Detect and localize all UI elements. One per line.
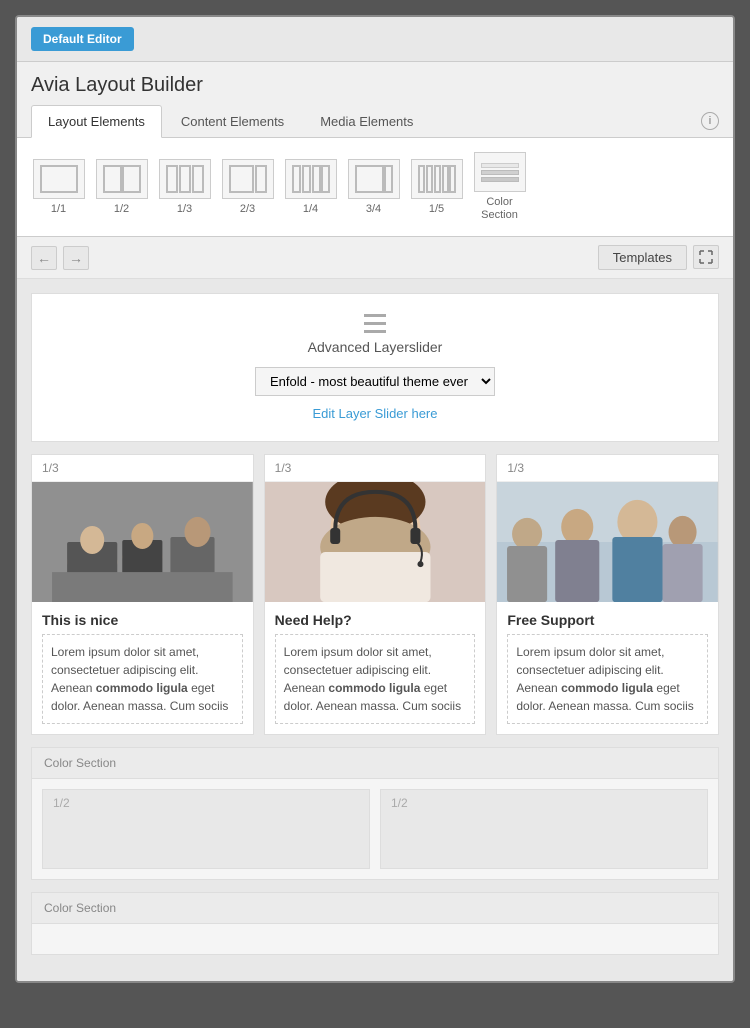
layer-slider-block: Advanced Layerslider Enfold - most beaut… (31, 293, 719, 442)
element-1-4[interactable]: 1/4 (283, 159, 338, 215)
main-window: Default Editor Avia Layout Builder Layou… (15, 15, 735, 983)
element-1-5-icon (411, 159, 463, 199)
column-block-3: 1/3 (496, 454, 719, 735)
color-section-2-header: Color Section (32, 893, 718, 924)
color-section-icon (474, 152, 526, 192)
col-1-text-box: Lorem ipsum dolor sit amet, consectetuer… (42, 634, 243, 724)
col-2-body: Lorem ipsum dolor sit amet, consectetuer… (284, 643, 467, 715)
col-2-header: 1/3 (265, 455, 486, 482)
top-bar: Default Editor (17, 17, 733, 62)
default-editor-button[interactable]: Default Editor (31, 27, 134, 51)
column-block-1: 1/3 (31, 454, 254, 735)
toolbar-right: Templates (598, 245, 719, 270)
element-color-section-label: Color Section (481, 196, 518, 222)
layer-slider-title: Advanced Layerslider (52, 339, 698, 355)
col-3-image (497, 482, 718, 602)
element-1-4-icon (285, 159, 337, 199)
element-2-3[interactable]: 2/3 (220, 159, 275, 215)
element-1-3-label: 1/3 (177, 203, 192, 215)
element-3-4[interactable]: 3/4 (346, 159, 401, 215)
element-1-1-icon (33, 159, 85, 199)
element-2-3-icon (222, 159, 274, 199)
color-section-2: Color Section (31, 892, 719, 955)
element-3-4-icon (348, 159, 400, 199)
element-3-4-label: 3/4 (366, 203, 381, 215)
templates-button[interactable]: Templates (598, 245, 687, 270)
col-3-text-box: Lorem ipsum dolor sit amet, consectetuer… (507, 634, 708, 724)
color-section-1-header: Color Section (32, 748, 718, 779)
three-col-row: 1/3 (31, 454, 719, 735)
tabs-left: Layout Elements Content Elements Media E… (31, 105, 432, 137)
col-2-image (265, 482, 486, 602)
element-1-2-label: 1/2 (114, 203, 129, 215)
element-1-5[interactable]: 1/5 (409, 159, 464, 215)
col-3-title: Free Support (507, 612, 708, 628)
element-1-4-label: 1/4 (303, 203, 318, 215)
element-1-5-label: 1/5 (429, 203, 444, 215)
color-section-1-inner: 1/2 1/2 (32, 779, 718, 879)
info-icon[interactable]: i (701, 112, 719, 130)
element-1-2[interactable]: 1/2 (94, 159, 149, 215)
fullscreen-icon (699, 250, 713, 264)
dropdown-row: Enfold - most beautiful theme ever (52, 367, 698, 396)
col-2-title: Need Help? (275, 612, 476, 628)
tabs-bar: Layout Elements Content Elements Media E… (17, 105, 733, 138)
slider-select[interactable]: Enfold - most beautiful theme ever (255, 367, 495, 396)
tab-layout-elements[interactable]: Layout Elements (31, 105, 162, 138)
toolbar-row: ← → Templates (17, 237, 733, 279)
element-1-3-icon (159, 159, 211, 199)
col-1-content: This is nice Lorem ipsum dolor sit amet,… (32, 602, 253, 734)
tab-media-elements[interactable]: Media Elements (303, 105, 430, 137)
color-section-1-col-1: 1/2 (42, 789, 370, 869)
element-1-1-label: 1/1 (51, 203, 66, 215)
col-2-text-box: Lorem ipsum dolor sit amet, consectetuer… (275, 634, 476, 724)
edit-layer-slider-link[interactable]: Edit Layer Slider here (312, 406, 437, 421)
element-1-3[interactable]: 1/3 (157, 159, 212, 215)
color-section-1-col-2-label: 1/2 (391, 796, 408, 810)
color-section-1-col-1-label: 1/2 (53, 796, 70, 810)
layers-icon (52, 314, 698, 333)
undo-button[interactable]: ← (31, 246, 57, 270)
color-section-1-col-2: 1/2 (380, 789, 708, 869)
page-title: Avia Layout Builder (17, 62, 733, 105)
col-1-image (32, 482, 253, 602)
redo-button[interactable]: → (63, 246, 89, 270)
elements-row: 1/1 1/2 1/3 (17, 138, 733, 237)
col-3-content: Free Support Lorem ipsum dolor sit amet,… (497, 602, 718, 734)
fullscreen-button[interactable] (693, 245, 719, 269)
col-3-header: 1/3 (497, 455, 718, 482)
col-3-body: Lorem ipsum dolor sit amet, consectetuer… (516, 643, 699, 715)
col-1-title: This is nice (42, 612, 243, 628)
element-2-3-label: 2/3 (240, 203, 255, 215)
element-1-1[interactable]: 1/1 (31, 159, 86, 215)
canvas-area: Advanced Layerslider Enfold - most beaut… (17, 279, 733, 981)
element-color-section[interactable]: Color Section (472, 152, 527, 222)
color-section-1: Color Section 1/2 1/2 (31, 747, 719, 880)
element-1-2-icon (96, 159, 148, 199)
column-block-2: 1/3 (264, 454, 487, 735)
col-1-body: Lorem ipsum dolor sit amet, consectetuer… (51, 643, 234, 715)
tab-content-elements[interactable]: Content Elements (164, 105, 301, 137)
color-section-2-body (32, 924, 718, 954)
col-1-header: 1/3 (32, 455, 253, 482)
toolbar-undo-redo: ← → (31, 246, 89, 270)
col-2-content: Need Help? Lorem ipsum dolor sit amet, c… (265, 602, 486, 734)
